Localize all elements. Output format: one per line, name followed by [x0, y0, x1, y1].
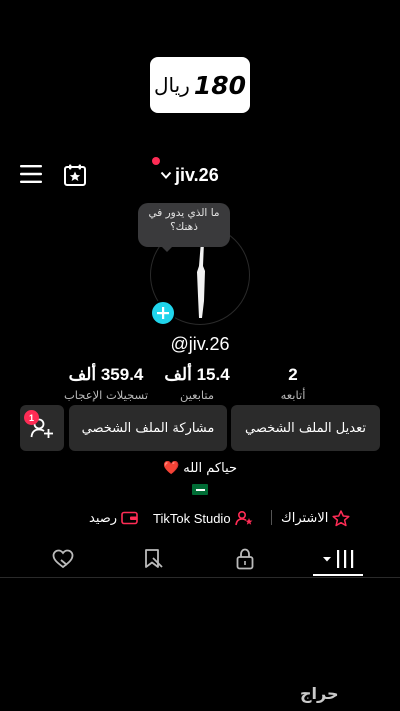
profile-tabs: [0, 544, 400, 578]
add-story-button[interactable]: [150, 300, 176, 326]
heart-hidden-icon: [52, 549, 74, 569]
tab-private[interactable]: [230, 544, 260, 574]
studio-label: TikTok Studio: [153, 510, 231, 526]
stat-following-label: أتابعه: [280, 388, 306, 402]
bio-text: حياكم الله ❤️: [162, 461, 238, 476]
header-username: jiv.26: [175, 164, 219, 185]
subscription-link[interactable]: الاشتراك: [281, 507, 350, 529]
notification-dot: [152, 157, 160, 165]
stat-likes-value: 359.4 ألف: [68, 365, 144, 384]
stat-likes: 359.4 ألف تسجيلات الإعجاب: [56, 364, 156, 403]
tab-favorites[interactable]: [138, 544, 168, 574]
wallet-icon: [121, 511, 138, 525]
calendar-star-icon[interactable]: [63, 163, 87, 187]
tab-active-indicator: [313, 574, 363, 576]
creator-icon: [234, 510, 253, 526]
chevron-down-icon: [160, 171, 172, 179]
stat-following[interactable]: 2 أتابعه: [243, 364, 343, 403]
balance-link[interactable]: رصيد: [89, 507, 138, 529]
price-currency: ريال: [153, 73, 190, 97]
price-amount: 180: [193, 70, 247, 100]
add-friends-badge: 1: [24, 410, 39, 425]
thought-bubble-tail: [160, 245, 174, 252]
stat-followers-value: 15.4 ألف: [164, 365, 230, 384]
links-divider: [271, 510, 272, 525]
stat-following-value: 2: [288, 365, 298, 384]
thought-bubble[interactable]: ما الذي يدور في ذهنك؟: [138, 203, 230, 247]
price-tag: ريال 180: [150, 57, 250, 113]
plus-icon: [157, 307, 169, 319]
flag-icon: [192, 484, 208, 495]
tab-videos[interactable]: [322, 544, 356, 574]
share-profile-button[interactable]: مشاركة الملف الشخصي: [69, 405, 227, 451]
balance-label: رصيد: [89, 510, 118, 526]
lock-icon: [236, 548, 254, 570]
menu-icon[interactable]: [20, 164, 42, 184]
stat-likes-label: تسجيلات الإعجاب: [63, 388, 149, 402]
videos-grid-icon: [323, 550, 354, 568]
stat-followers[interactable]: 15.4 ألف متابعين: [147, 364, 247, 403]
account-switcher[interactable]: jiv.26: [160, 163, 219, 187]
watermark: حراج: [300, 684, 339, 703]
tab-liked[interactable]: [48, 544, 78, 574]
subscription-star-icon: [332, 509, 350, 526]
stat-followers-label: متابعين: [179, 388, 215, 402]
studio-link[interactable]: TikTok Studio: [153, 507, 253, 529]
edit-profile-button[interactable]: تعديل الملف الشخصي: [231, 405, 380, 451]
bookmark-hidden-icon: [145, 549, 163, 568]
subscription-label: الاشتراك: [281, 510, 329, 526]
profile-handle: @jiv.26: [170, 334, 230, 354]
